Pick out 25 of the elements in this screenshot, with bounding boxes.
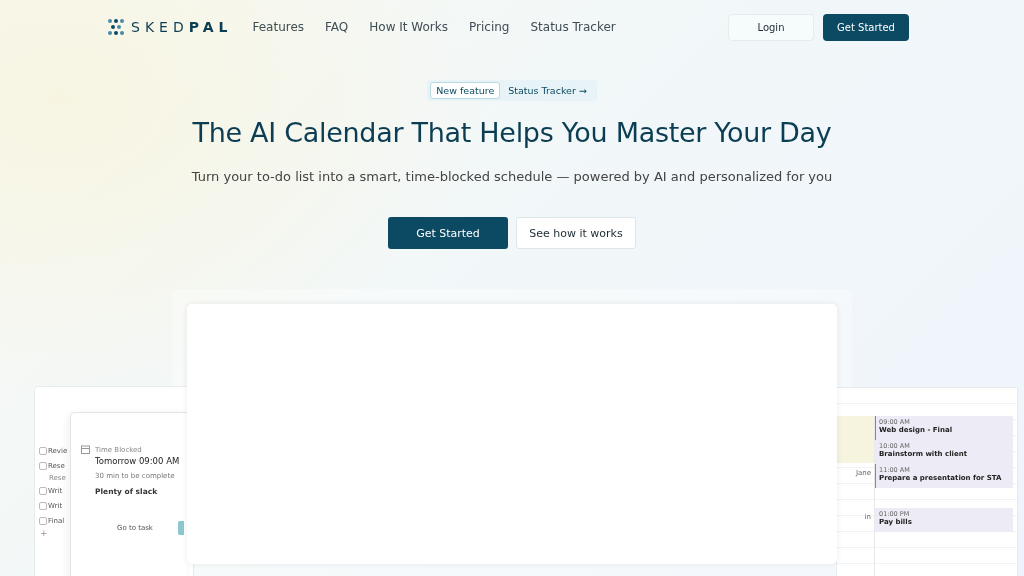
- status-tracker-link[interactable]: Status Tracker →: [508, 85, 587, 96]
- get-started-button[interactable]: Get Started: [823, 13, 909, 41]
- action-button-edge[interactable]: [177, 521, 184, 535]
- calendar-block: [837, 416, 874, 463]
- nav-link[interactable]: How It Works: [369, 20, 448, 34]
- announcement-badge[interactable]: New feature Status Tracker →: [427, 80, 597, 101]
- hero-subtitle: Turn your to-do list into a smart, time-blocked schedule — powered by AI and personalized for you: [191, 169, 833, 184]
- nav-link[interactable]: FAQ: [325, 20, 349, 34]
- logo-icon: [107, 18, 125, 36]
- get-started-button[interactable]: Get Started: [388, 217, 508, 249]
- nav-link[interactable]: Pricing: [469, 20, 510, 34]
- checkbox[interactable]: [39, 486, 47, 495]
- see-how-it-works-button[interactable]: See how it works: [516, 217, 636, 249]
- checkbox[interactable]: [39, 446, 47, 455]
- login-button[interactable]: Login: [728, 13, 814, 41]
- logo-text[interactable]: SKED PAL: [131, 19, 233, 35]
- new-feature-tag: New feature: [430, 82, 501, 99]
- nav-link[interactable]: Features: [252, 20, 305, 34]
- nav-link[interactable]: Status Tracker: [530, 20, 616, 34]
- checkbox[interactable]: [39, 501, 47, 510]
- hero-title: The AI Calendar That Helps You Master Your Day: [192, 117, 832, 148]
- scheduled-time: Tomorrow 09:00 AM: [95, 456, 181, 466]
- checkbox[interactable]: [39, 461, 47, 470]
- checkbox[interactable]: [39, 516, 47, 525]
- calendar-icon: [81, 445, 90, 454]
